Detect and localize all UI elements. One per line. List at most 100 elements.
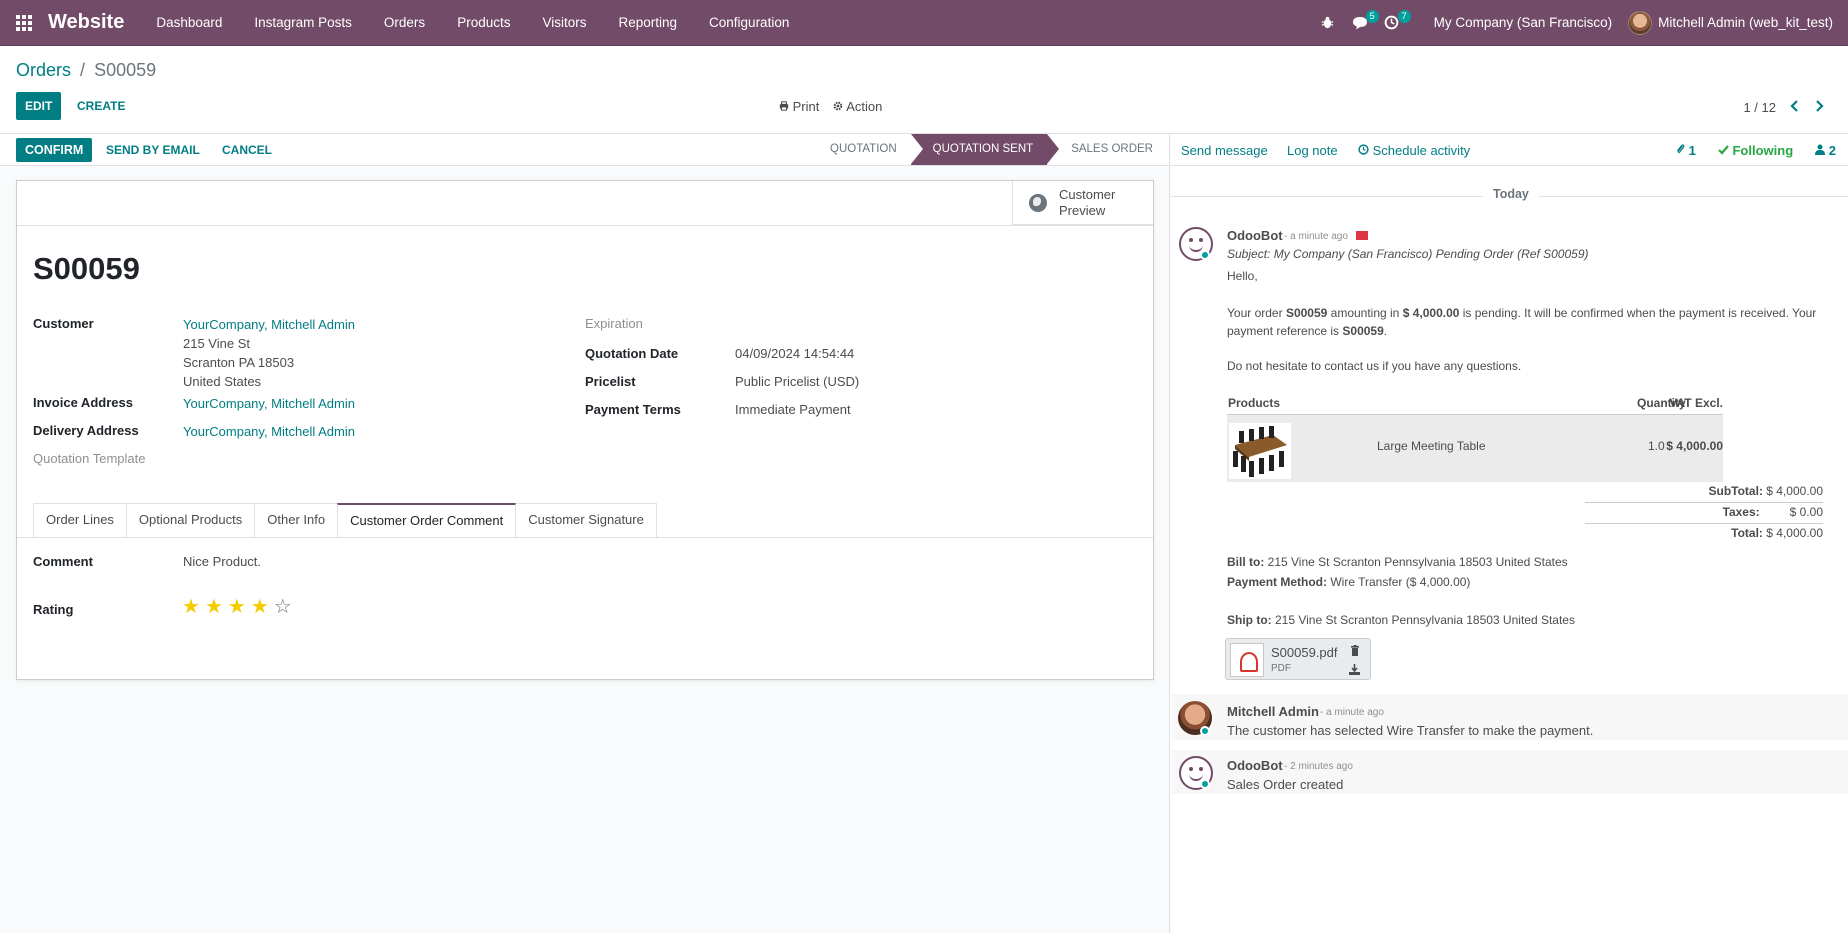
tab-customer-order-comment[interactable]: Customer Order Comment	[337, 503, 517, 537]
stage-quotation-sent[interactable]: QUOTATION SENT	[910, 134, 1059, 165]
menu-reporting[interactable]: Reporting	[602, 0, 693, 46]
breadcrumb-separator: /	[80, 60, 86, 80]
log-note-button[interactable]: Log note	[1287, 143, 1338, 158]
table-row: Large Meeting Table 1.0 $ 4,000.00	[1227, 414, 1723, 482]
schedule-activity-label: Schedule activity	[1372, 143, 1471, 158]
trash-icon[interactable]	[1350, 644, 1360, 659]
online-status-icon	[1200, 250, 1210, 260]
quotation-date-value[interactable]: 04/09/2024 14:54:44	[735, 346, 854, 361]
customer-preview-line2: Preview	[1059, 202, 1106, 218]
apps-menu-icon[interactable]	[0, 0, 48, 46]
form-area: CONFIRM SEND BY EMAIL CANCEL QUOTATION Q…	[0, 134, 1170, 933]
send-by-email-button[interactable]: SEND BY EMAIL	[106, 143, 200, 157]
cancel-button[interactable]: CANCEL	[222, 143, 272, 157]
rating-star-icon[interactable]: ★	[228, 597, 246, 617]
envelope-icon[interactable]	[1356, 231, 1368, 240]
clock-icon	[1358, 144, 1369, 155]
customer-preview-line1: Customer	[1059, 186, 1116, 202]
customer-link[interactable]: YourCompany, Mitchell Admin	[183, 317, 355, 332]
attachment-name: S00059.pdf	[1271, 645, 1338, 660]
activities-clock-icon[interactable]: 7	[1379, 0, 1411, 46]
ship-to-label: Ship to:	[1227, 613, 1272, 627]
menu-visitors[interactable]: Visitors	[526, 0, 602, 46]
payment-terms-label: Payment Terms	[585, 402, 681, 417]
send-message-button[interactable]: Send message	[1181, 143, 1268, 158]
edit-button[interactable]: EDIT	[16, 92, 62, 120]
tab-customer-signature[interactable]: Customer Signature	[515, 503, 657, 537]
message-time: - a minute ago	[1284, 231, 1348, 242]
following-label: Following	[1732, 143, 1794, 158]
schedule-activity-button[interactable]: Schedule activity	[1358, 143, 1470, 158]
pager-previous-icon[interactable]	[1790, 99, 1800, 115]
bill-to-line: Bill to: 215 Vine St Scranton Pennsylvan…	[1227, 553, 1568, 571]
taxes-row: Taxes: $ 0.00	[1585, 505, 1823, 519]
menu-products[interactable]: Products	[441, 0, 526, 46]
tab-order-lines[interactable]: Order Lines	[33, 503, 127, 537]
bug-icon[interactable]	[1315, 0, 1341, 46]
user-menu[interactable]: Mitchell Admin (web_kit_test)	[1628, 10, 1848, 35]
customer-preview-button[interactable]: Customer Preview	[1012, 181, 1153, 225]
address-line1: 215 Vine St	[183, 336, 250, 351]
message-author[interactable]: OdooBot	[1227, 228, 1283, 243]
message-author[interactable]: OdooBot	[1227, 758, 1283, 773]
top-navbar: Website Dashboard Instagram Posts Orders…	[0, 0, 1848, 46]
total-row: Total: $ 4,000.00	[1585, 526, 1823, 540]
rating-star-icon[interactable]: ★	[205, 597, 223, 617]
pager-next-icon[interactable]	[1814, 99, 1824, 115]
confirm-button[interactable]: CONFIRM	[16, 138, 93, 162]
rating-label: Rating	[33, 602, 74, 617]
print-menu[interactable]: Print	[779, 99, 819, 114]
tab-optional-products[interactable]: Optional Products	[125, 503, 256, 537]
check-icon	[1718, 145, 1729, 155]
payment-terms-value[interactable]: Immediate Payment	[735, 402, 851, 417]
attachments-count: 1	[1688, 143, 1696, 158]
bill-to-label: Bill to:	[1227, 555, 1265, 569]
download-icon[interactable]	[1349, 663, 1360, 678]
rating-star-icon[interactable]: ★	[182, 597, 200, 617]
action-menu[interactable]: Action	[833, 99, 882, 114]
stage-sales-order[interactable]: SALES ORDER	[1047, 134, 1169, 165]
delivery-address-link[interactable]: YourCompany, Mitchell Admin	[183, 424, 355, 439]
pager-value[interactable]: 1 / 12	[1743, 100, 1776, 115]
following-button[interactable]: Following	[1718, 143, 1793, 158]
tab-other-info[interactable]: Other Info	[254, 503, 339, 537]
messages-icon[interactable]: 5	[1347, 0, 1379, 46]
online-status-icon	[1200, 726, 1210, 736]
breadcrumb-orders-link[interactable]: Orders	[16, 60, 71, 80]
print-icon	[779, 101, 789, 111]
stage-quotation[interactable]: QUOTATION	[808, 134, 911, 165]
followers-button[interactable]: 2	[1815, 143, 1836, 158]
paperclip-icon	[1677, 144, 1685, 154]
total-label: Total:	[1731, 526, 1763, 540]
rating-star-icon[interactable]: ☆	[274, 597, 292, 617]
menu-orders[interactable]: Orders	[368, 0, 441, 46]
globe-icon	[1029, 193, 1047, 212]
today-separator-label: Today	[1483, 187, 1539, 201]
menu-instagram-posts[interactable]: Instagram Posts	[238, 0, 368, 46]
pricelist-value[interactable]: Public Pricelist (USD)	[735, 374, 859, 389]
company-switcher[interactable]: My Company (San Francisco)	[1408, 15, 1629, 30]
message-body: The customer has selected Wire Transfer …	[1227, 723, 1594, 738]
message-author[interactable]: Mitchell Admin	[1227, 704, 1319, 719]
quotation-template-label: Quotation Template	[33, 451, 146, 466]
invoice-address-link[interactable]: YourCompany, Mitchell Admin	[183, 396, 355, 411]
record-title: S00059	[33, 251, 140, 286]
rating-star-icon[interactable]: ★	[251, 597, 269, 617]
pdf-attachment[interactable]: S00059.pdf PDF	[1225, 638, 1371, 680]
online-status-icon	[1200, 779, 1210, 789]
ship-to-line: Ship to: 215 Vine St Scranton Pennsylvan…	[1227, 611, 1575, 629]
create-button[interactable]: CREATE	[77, 99, 125, 113]
menu-configuration[interactable]: Configuration	[693, 0, 805, 46]
message-body: Sales Order created	[1227, 777, 1344, 792]
chatter-topbar: Send message Log note Schedule activity …	[1171, 134, 1848, 166]
quotation-date-label: Quotation Date	[585, 346, 679, 361]
product-quantity: 1.0	[1648, 439, 1665, 453]
pdf-icon	[1230, 643, 1264, 677]
app-name[interactable]: Website	[48, 11, 140, 34]
attachment-type: PDF	[1271, 663, 1291, 674]
product-price: $ 4,000.00	[1666, 439, 1723, 453]
attachments-button[interactable]: 1	[1676, 143, 1696, 158]
menu-dashboard[interactable]: Dashboard	[140, 0, 238, 46]
action-label: Action	[846, 99, 883, 114]
taxes-value: $ 0.00	[1789, 505, 1823, 519]
